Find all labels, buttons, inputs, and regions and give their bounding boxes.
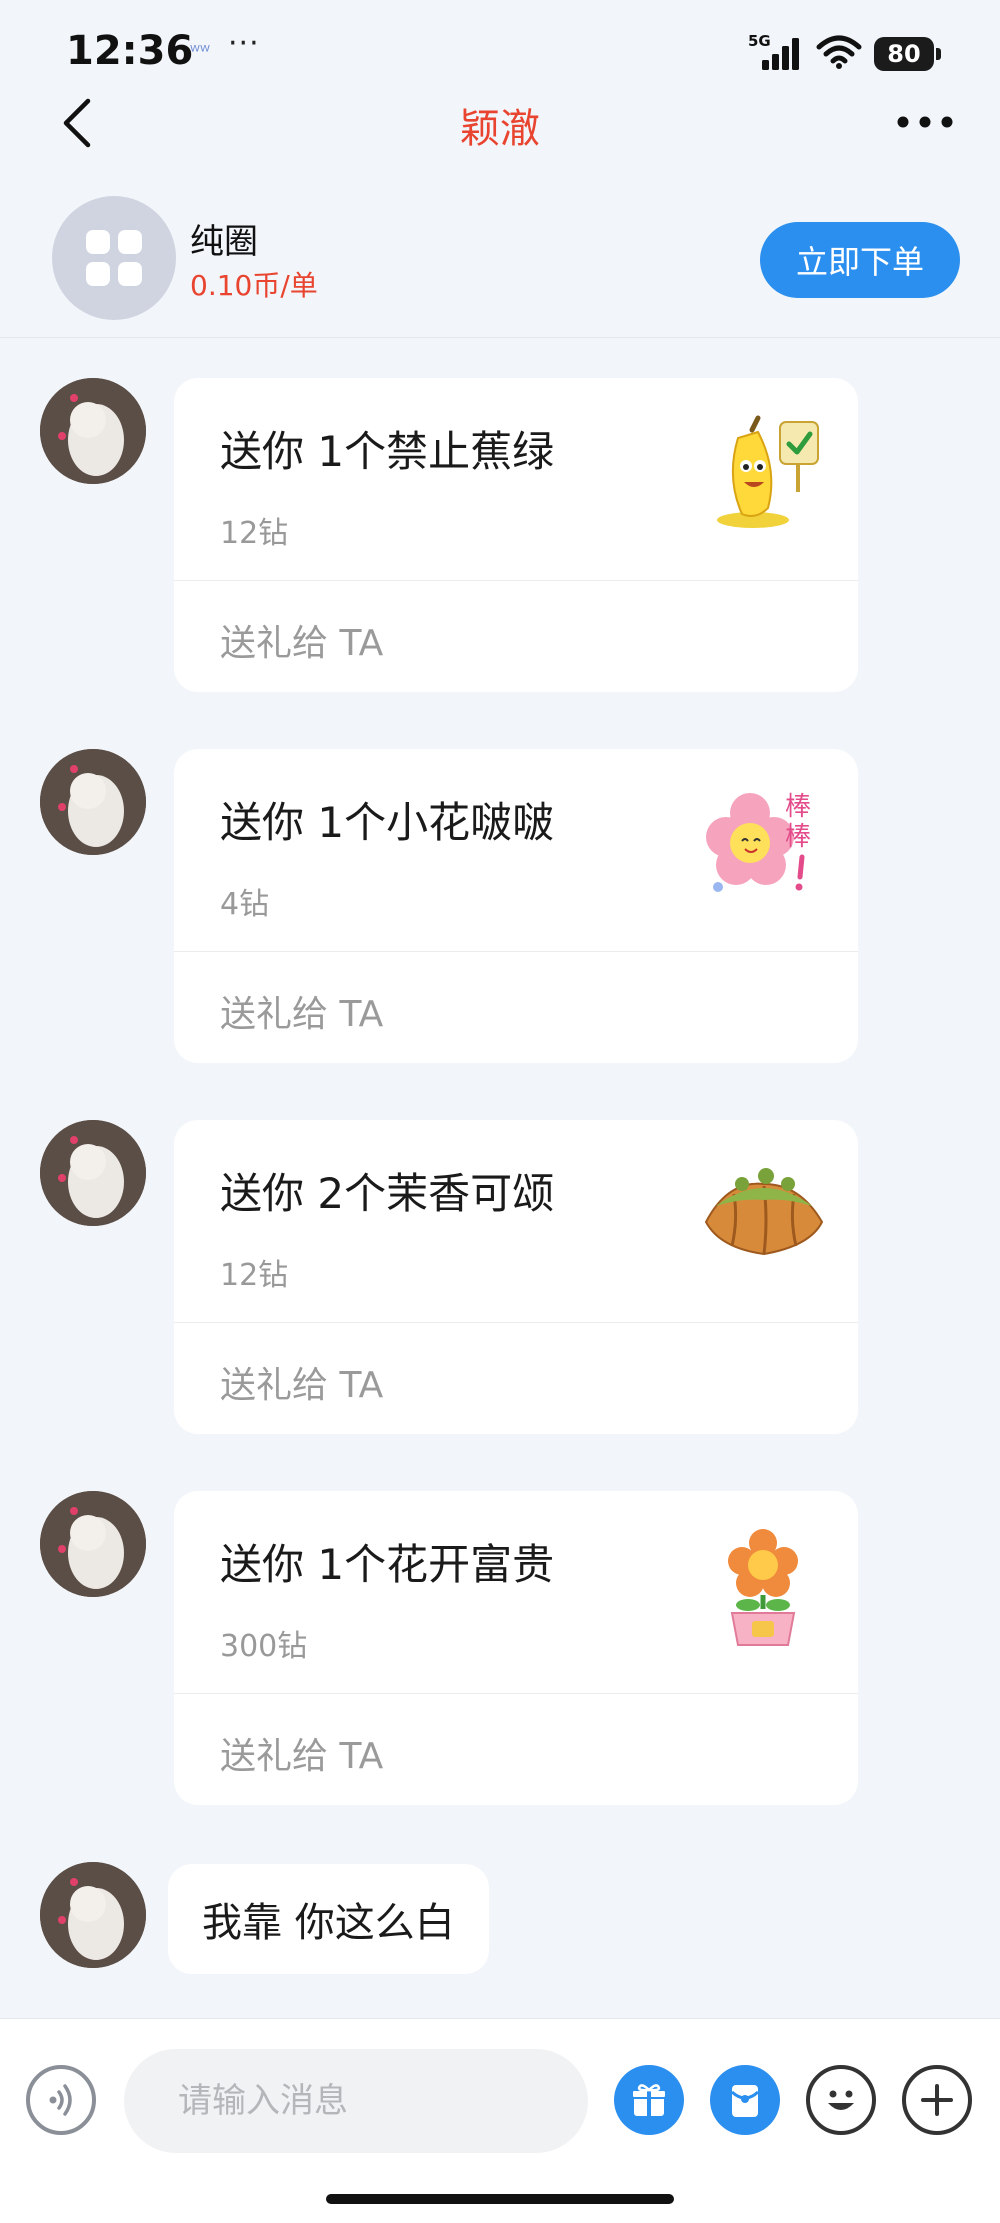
more-options-button[interactable] <box>902 2065 972 2135</box>
emoji-button[interactable] <box>806 2065 876 2135</box>
battery-icon: 80 <box>874 37 941 71</box>
more-icon <box>897 116 953 128</box>
status-time: 12:36 <box>66 28 194 74</box>
gift-price: 12钻 <box>220 516 289 551</box>
cat-avatar-icon <box>40 749 146 855</box>
gift-card: 送你 2个茉香可颂 12钻 送礼给 TA <box>174 1120 858 1434</box>
status-dots: ··· <box>228 26 260 61</box>
svg-text:棒: 棒 <box>785 792 811 822</box>
notification-icon: ᵂᵂ <box>190 42 210 61</box>
gift-card: 送你 1个小花啵啵 4钻 棒 棒 送礼给 TA <box>174 749 858 1063</box>
cat-avatar-icon <box>40 378 146 484</box>
svg-text:棒: 棒 <box>785 822 811 852</box>
flower-icon: 棒 棒 <box>706 792 811 892</box>
gift-title: 送你 1个小花啵啵 <box>220 798 555 847</box>
banana-icon <box>717 415 819 528</box>
gift-card: 送你 1个禁止蕉绿 12钻 送礼给 TA <box>174 378 858 692</box>
signal-icon: 5G <box>748 32 804 72</box>
plus-icon <box>921 2084 953 2116</box>
input-bar <box>0 2018 1000 2223</box>
gift-divider <box>174 951 858 952</box>
gift-title: 送你 1个禁止蕉绿 <box>220 427 555 476</box>
gift-icon <box>631 2084 667 2116</box>
send-gift-link[interactable]: 送礼给 TA <box>220 985 383 1037</box>
service-price: 0.10币/单 <box>190 269 318 302</box>
order-button[interactable]: 立即下单 <box>760 222 960 298</box>
nav-bar: 颖澈 <box>0 90 1000 154</box>
send-gift-link[interactable]: 送礼给 TA <box>220 1356 383 1408</box>
cat-avatar-icon <box>40 1491 146 1597</box>
gift-price: 4钻 <box>220 887 270 922</box>
home-indicator[interactable] <box>326 2194 674 2204</box>
sender-avatar[interactable] <box>40 1491 146 1597</box>
gift-divider <box>174 580 858 581</box>
sender-avatar[interactable] <box>40 1862 146 1968</box>
message-bubble: 我靠 你这么白 <box>168 1864 489 1974</box>
service-card: 纯圈 0.10币/单 立即下单 <box>0 184 1000 338</box>
grid-icon <box>86 230 142 286</box>
gift-title: 送你 1个花开富贵 <box>220 1540 555 1589</box>
service-name: 纯圈 <box>190 222 258 262</box>
message-input[interactable] <box>124 2049 588 2153</box>
red-packet-button[interactable] <box>710 2065 780 2135</box>
gift-divider <box>174 1322 858 1323</box>
gift-card: 送你 1个花开富贵 300钻 送礼给 TA <box>174 1491 858 1805</box>
gift-title: 送你 2个茉香可颂 <box>220 1169 555 1218</box>
wifi-icon <box>816 35 862 73</box>
status-indicators: 5G 80 <box>748 32 941 74</box>
sender-avatar[interactable] <box>40 749 146 855</box>
sender-avatar[interactable] <box>40 1120 146 1226</box>
cat-avatar-icon <box>40 1862 146 1968</box>
service-avatar <box>52 196 176 320</box>
emoji-icon <box>828 2090 854 2110</box>
gift-price: 12钻 <box>220 1258 289 1293</box>
more-button[interactable] <box>890 102 960 142</box>
status-bar: 12:36 ᵂᵂ ··· 5G 80 <box>0 0 1000 100</box>
gift-price: 300钻 <box>220 1629 308 1664</box>
voice-icon <box>49 2084 72 2116</box>
gift-divider <box>174 1693 858 1694</box>
voice-button[interactable] <box>26 2065 96 2135</box>
envelope-icon <box>730 2085 760 2117</box>
send-gift-link[interactable]: 送礼给 TA <box>220 614 383 666</box>
gift-button[interactable] <box>614 2065 684 2135</box>
send-gift-link[interactable]: 送礼给 TA <box>220 1727 383 1779</box>
croissant-icon <box>704 1168 824 1256</box>
cat-avatar-icon <box>40 1120 146 1226</box>
sender-avatar[interactable] <box>40 378 146 484</box>
potted-flower-icon <box>728 1529 798 1646</box>
page-title: 颖澈 <box>460 106 540 152</box>
